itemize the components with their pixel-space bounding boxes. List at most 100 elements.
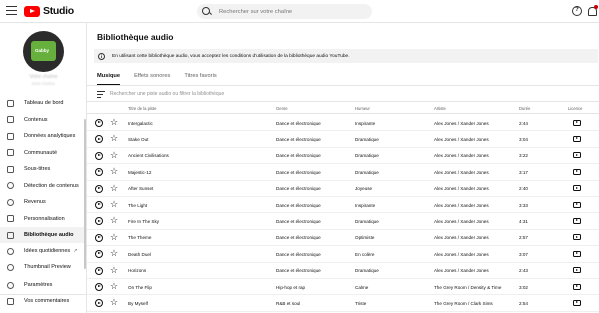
- track-genre: Hip-hop et rap: [276, 284, 306, 290]
- bell-icon[interactable]: [587, 5, 598, 16]
- youtube-license-icon[interactable]: [573, 119, 581, 126]
- studio-logo-text: Studio: [43, 5, 74, 17]
- table-row[interactable]: ☆ By Myself R&B et soul Triste The Grey Room…: [87, 295, 599, 312]
- track-duration: 3:04: [519, 136, 528, 142]
- filter-divider: [87, 101, 599, 102]
- column-header-artist[interactable]: Artiste: [434, 106, 446, 111]
- star-icon[interactable]: ☆: [110, 297, 118, 307]
- sidebar-item-content[interactable]: Contenus: [0, 112, 86, 128]
- filter-input[interactable]: Rechercher une piste audio ou filtrer la…: [110, 91, 224, 97]
- play-icon[interactable]: [95, 299, 103, 308]
- sidebar-item-dashboard[interactable]: Tableau de bord: [0, 95, 86, 111]
- sidebar-item-thumbnail-preview[interactable]: Thumbnail Preview: [0, 259, 86, 275]
- star-icon[interactable]: ☆: [110, 199, 118, 209]
- sidebar-item-audio-library[interactable]: Bibliothèque audio: [0, 227, 86, 243]
- sidebar-item-daily-ideas[interactable]: Idées quotidiennes ↗: [0, 243, 86, 259]
- tab-favorites[interactable]: Titres favoris: [184, 73, 216, 85]
- play-icon[interactable]: [95, 168, 103, 177]
- star-icon[interactable]: ☆: [110, 150, 118, 160]
- youtube-license-icon[interactable]: [573, 283, 581, 290]
- table-row[interactable]: ☆ Fire In The Sky Dance et électronique Dra…: [87, 213, 599, 230]
- sidebar-item-label: Données analytiques: [24, 133, 76, 139]
- sidebar-item-community[interactable]: Communauté: [0, 145, 86, 161]
- youtube-license-icon[interactable]: [573, 217, 581, 224]
- sidebar-scrollbar[interactable]: [84, 119, 86, 269]
- track-duration: 2:57: [519, 235, 528, 241]
- youtube-license-icon[interactable]: [573, 267, 581, 274]
- table-row[interactable]: ☆ Intergalactic Dance et électronique Inspi…: [87, 115, 599, 132]
- customization-icon: [7, 215, 14, 222]
- youtube-license-icon[interactable]: [573, 299, 581, 306]
- column-header-mood[interactable]: Humeur: [355, 106, 370, 111]
- sidebar-item-label: Sous-titres: [24, 166, 51, 172]
- search-icon[interactable]: [202, 4, 218, 19]
- play-icon[interactable]: [95, 119, 103, 127]
- track-genre: Dance et électronique: [276, 268, 321, 274]
- track-genre: Dance et électronique: [276, 186, 321, 192]
- track-title: Intergalactic: [128, 120, 153, 126]
- table-row[interactable]: ☆ Ancient Civilisations Dance et électroni…: [87, 148, 599, 165]
- play-icon[interactable]: [95, 151, 103, 160]
- studio-logo[interactable]: Studio: [24, 5, 74, 17]
- youtube-license-icon[interactable]: [573, 250, 581, 257]
- thumbnail-icon: [7, 263, 14, 271]
- youtube-license-icon[interactable]: [573, 201, 581, 208]
- column-header-duration[interactable]: Durée: [519, 106, 530, 111]
- tab-music[interactable]: Musique: [97, 73, 121, 85]
- star-icon[interactable]: ☆: [110, 215, 118, 225]
- notice-text: En utilisant cette bibliothèque audio, v…: [112, 53, 350, 59]
- help-icon[interactable]: ?: [572, 6, 582, 16]
- track-mood: Dramatique: [355, 218, 379, 224]
- column-header-title[interactable]: Titre de la piste: [128, 106, 156, 111]
- table-row[interactable]: ☆ On The Flip Hip-hop et rap Calme The Grey …: [87, 279, 599, 296]
- star-icon[interactable]: ☆: [110, 248, 118, 258]
- star-icon[interactable]: ☆: [110, 166, 118, 176]
- sidebar-item-copyright[interactable]: Détection de contenus: [0, 178, 86, 194]
- youtube-license-icon[interactable]: [573, 152, 581, 159]
- search-bar[interactable]: [197, 4, 372, 19]
- play-icon[interactable]: [95, 266, 103, 275]
- play-icon[interactable]: [95, 233, 103, 242]
- track-duration: 2:54: [519, 300, 528, 306]
- star-icon[interactable]: ☆: [110, 232, 118, 242]
- youtube-license-icon[interactable]: [573, 135, 581, 142]
- star-icon[interactable]: ☆: [110, 265, 118, 275]
- sidebar-item-customization[interactable]: Personnalisation: [0, 211, 86, 227]
- table-row[interactable]: ☆ Horizons Dance et électronique Dramatique…: [87, 263, 599, 279]
- play-icon[interactable]: [95, 283, 103, 291]
- search-input[interactable]: [219, 8, 359, 15]
- track-genre: Dance et électronique: [276, 218, 321, 224]
- filter-icon[interactable]: [97, 90, 105, 98]
- menu-icon[interactable]: [6, 6, 17, 16]
- table-row[interactable]: ☆ Stake Out Dance et électronique Dramatiqu…: [87, 131, 599, 148]
- play-icon[interactable]: [95, 201, 103, 209]
- table-row[interactable]: ☆ The Light Dance et électronique Inspirant…: [87, 197, 599, 214]
- sidebar-item-earn[interactable]: Revenus: [0, 194, 86, 210]
- star-icon[interactable]: ☆: [110, 183, 118, 193]
- filter-bar[interactable]: Rechercher une piste audio ou filtrer la…: [97, 89, 224, 99]
- sidebar-item-feedback[interactable]: Vos commentaires: [0, 293, 86, 309]
- sidebar-item-subtitles[interactable]: Sous-titres: [0, 161, 86, 177]
- tab-sound-effects[interactable]: Effets sonores: [134, 73, 170, 85]
- table-row[interactable]: ☆ Death Duel Dance et électronique En colèr…: [87, 246, 599, 263]
- play-icon[interactable]: [95, 217, 103, 226]
- star-icon[interactable]: ☆: [110, 281, 118, 291]
- table-row[interactable]: ☆ After Sunset Dance et électronique Joyeus…: [87, 181, 599, 197]
- sidebar-item-settings[interactable]: Paramètres: [0, 277, 86, 293]
- youtube-license-icon[interactable]: [573, 185, 581, 192]
- sidebar-item-analytics[interactable]: Données analytiques: [0, 128, 86, 144]
- star-icon[interactable]: ☆: [110, 133, 118, 143]
- track-artist: Alex Jones / Xander Jones: [434, 153, 489, 159]
- column-header-genre[interactable]: Genre: [276, 106, 288, 111]
- play-icon[interactable]: [95, 250, 103, 259]
- table-row[interactable]: ☆ Majestic-12 Dance et électronique Dramati…: [87, 164, 599, 181]
- star-icon[interactable]: ☆: [110, 117, 118, 127]
- youtube-license-icon[interactable]: [573, 168, 581, 175]
- youtube-license-icon[interactable]: [573, 234, 581, 241]
- track-artist: The Grey Room / Density & Time: [434, 284, 502, 290]
- track-duration: 4:31: [519, 218, 528, 224]
- play-icon[interactable]: [95, 135, 103, 144]
- channel-avatar[interactable]: Gabby: [23, 31, 64, 72]
- table-row[interactable]: ☆ The Theme Dance et électronique Optimiste…: [87, 230, 599, 247]
- play-icon[interactable]: [95, 184, 103, 193]
